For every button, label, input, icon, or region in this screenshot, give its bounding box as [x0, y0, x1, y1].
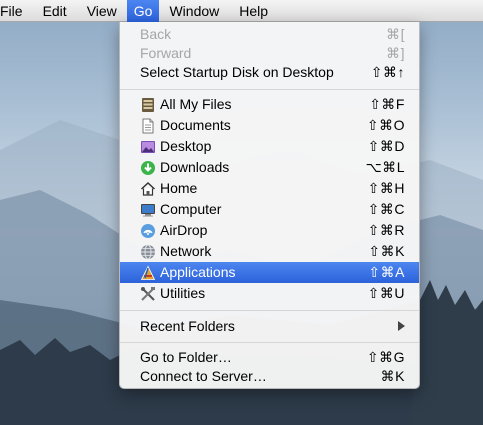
menu-item-label: AirDrop — [160, 222, 208, 238]
menu-item-home[interactable]: Home ⇧⌘H — [120, 178, 419, 199]
menu-item-airdrop[interactable]: AirDrop ⇧⌘R — [120, 220, 419, 241]
menu-item-shortcut: ⇧⌘K — [368, 243, 405, 259]
menu-item-label: Go to Folder… — [140, 349, 232, 365]
menu-bar: File Edit View Go Window Help — [0, 0, 483, 22]
menu-item-connect-to-server[interactable]: Connect to Server… ⌘K — [120, 366, 419, 387]
menu-separator — [120, 342, 419, 343]
menu-item-label: Downloads — [160, 159, 230, 175]
menu-item-label: Applications — [160, 264, 236, 280]
menu-item-label: Computer — [160, 201, 222, 217]
all-my-files-icon — [140, 97, 156, 113]
menu-view[interactable]: View — [77, 0, 127, 22]
menu-item-go-to-folder[interactable]: Go to Folder… ⇧⌘G — [120, 347, 419, 368]
menu-item-utilities[interactable]: Utilities ⇧⌘U — [120, 283, 419, 304]
menu-item-shortcut: ⌘] — [386, 45, 405, 61]
menu-item-documents[interactable]: Documents ⇧⌘O — [120, 115, 419, 136]
submenu-arrow-icon — [398, 321, 405, 331]
menu-window[interactable]: Window — [159, 0, 229, 22]
menu-item-shortcut: ⌘[ — [386, 26, 405, 42]
downloads-icon — [140, 160, 156, 176]
menu-item-label: All My Files — [160, 96, 232, 112]
menu-item-back[interactable]: Back ⌘[ — [120, 24, 419, 45]
menu-item-downloads[interactable]: Downloads ⌥⌘L — [120, 157, 419, 178]
menu-go[interactable]: Go — [126, 0, 160, 22]
menu-item-shortcut: ⇧⌘A — [368, 264, 405, 280]
menu-item-forward[interactable]: Forward ⌘] — [120, 43, 419, 64]
menu-item-desktop[interactable]: Desktop ⇧⌘D — [120, 136, 419, 157]
menu-item-shortcut: ⇧⌘G — [366, 349, 405, 365]
menu-item-shortcut: ⇧⌘C — [367, 201, 405, 217]
menu-item-label: Connect to Server… — [140, 368, 267, 384]
menu-item-shortcut: ⇧⌘D — [367, 138, 405, 154]
desktop-icon — [140, 139, 156, 155]
menu-item-computer[interactable]: Computer ⇧⌘C — [120, 199, 419, 220]
airdrop-icon — [140, 223, 156, 239]
menu-item-shortcut: ⇧⌘F — [369, 96, 405, 112]
go-menu-dropdown: Back ⌘[ Forward ⌘] Select Startup Disk o… — [119, 22, 420, 389]
menu-separator — [120, 310, 419, 311]
menu-item-all-my-files[interactable]: All My Files ⇧⌘F — [120, 94, 419, 115]
menu-item-recent-folders[interactable]: Recent Folders — [120, 316, 419, 337]
menu-item-label: Forward — [140, 45, 192, 61]
menu-item-label: Desktop — [160, 138, 212, 154]
menu-item-shortcut: ⇧⌘O — [366, 117, 405, 133]
menu-item-applications[interactable]: Applications ⇧⌘A — [120, 262, 419, 283]
home-icon — [140, 181, 156, 197]
menu-item-label: Utilities — [160, 285, 206, 301]
menu-item-select-startup-disk[interactable]: Select Startup Disk on Desktop ⇧⌘↑ — [120, 62, 419, 83]
menu-item-shortcut: ⇧⌘H — [367, 180, 405, 196]
menu-item-label: Home — [160, 180, 198, 196]
menu-item-shortcut: ⇧⌘R — [367, 222, 405, 238]
menu-item-label: Documents — [160, 117, 231, 133]
menu-item-label: Recent Folders — [140, 318, 235, 334]
menu-item-label: Select Startup Disk on Desktop — [140, 64, 334, 80]
network-icon — [140, 244, 156, 260]
menu-item-shortcut: ⌥⌘L — [365, 159, 405, 175]
menu-file[interactable]: File — [0, 0, 33, 22]
menu-edit[interactable]: Edit — [33, 0, 77, 22]
menu-item-network[interactable]: Network ⇧⌘K — [120, 241, 419, 262]
menu-item-label: Back — [140, 26, 172, 42]
menu-item-shortcut: ⇧⌘U — [367, 285, 405, 301]
menu-item-shortcut: ⌘K — [380, 368, 405, 384]
utilities-icon — [140, 286, 156, 302]
computer-icon — [140, 202, 156, 218]
menu-separator — [120, 89, 419, 90]
applications-icon — [140, 265, 156, 281]
documents-icon — [140, 118, 156, 134]
menu-item-label: Network — [160, 243, 212, 259]
menu-item-shortcut: ⇧⌘↑ — [370, 64, 405, 80]
menu-help[interactable]: Help — [229, 0, 278, 22]
